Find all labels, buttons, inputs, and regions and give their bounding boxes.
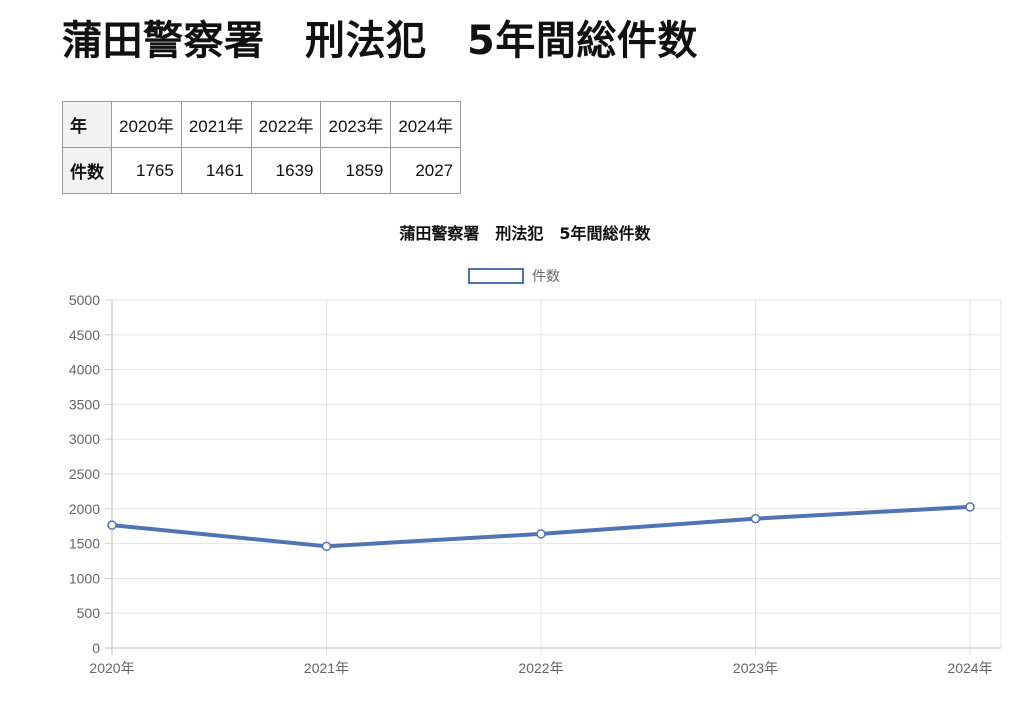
- x-tick-label: 2024年: [947, 660, 992, 676]
- x-tick-label: 2023年: [733, 660, 778, 676]
- y-tick-label: 3500: [69, 396, 100, 412]
- x-tick-label: 2020年: [89, 660, 134, 676]
- line-chart: 0 500 1000 1500 2000 2500 3000 3500 4000 4500 5000…: [69, 292, 1002, 676]
- y-tick-label: 0: [92, 640, 100, 656]
- data-point: [321, 541, 332, 552]
- y-tick-label: 4000: [69, 362, 100, 378]
- y-tick-label: 1500: [69, 536, 100, 552]
- x-tick-label: 2021年: [304, 660, 349, 676]
- y-tick-label: 1000: [69, 570, 100, 586]
- data-point: [107, 520, 117, 530]
- y-tick-label: 500: [77, 605, 101, 621]
- data-point: [965, 502, 975, 512]
- data-point: [750, 513, 761, 524]
- y-tick-label: 2000: [69, 501, 100, 517]
- y-tick-label: 3000: [69, 431, 100, 447]
- x-tick-label: 2022年: [518, 660, 563, 676]
- data-point: [536, 529, 546, 539]
- y-tick-label: 5000: [69, 292, 100, 308]
- y-tick-label: 4500: [69, 327, 100, 343]
- y-tick-label: 2500: [69, 466, 100, 482]
